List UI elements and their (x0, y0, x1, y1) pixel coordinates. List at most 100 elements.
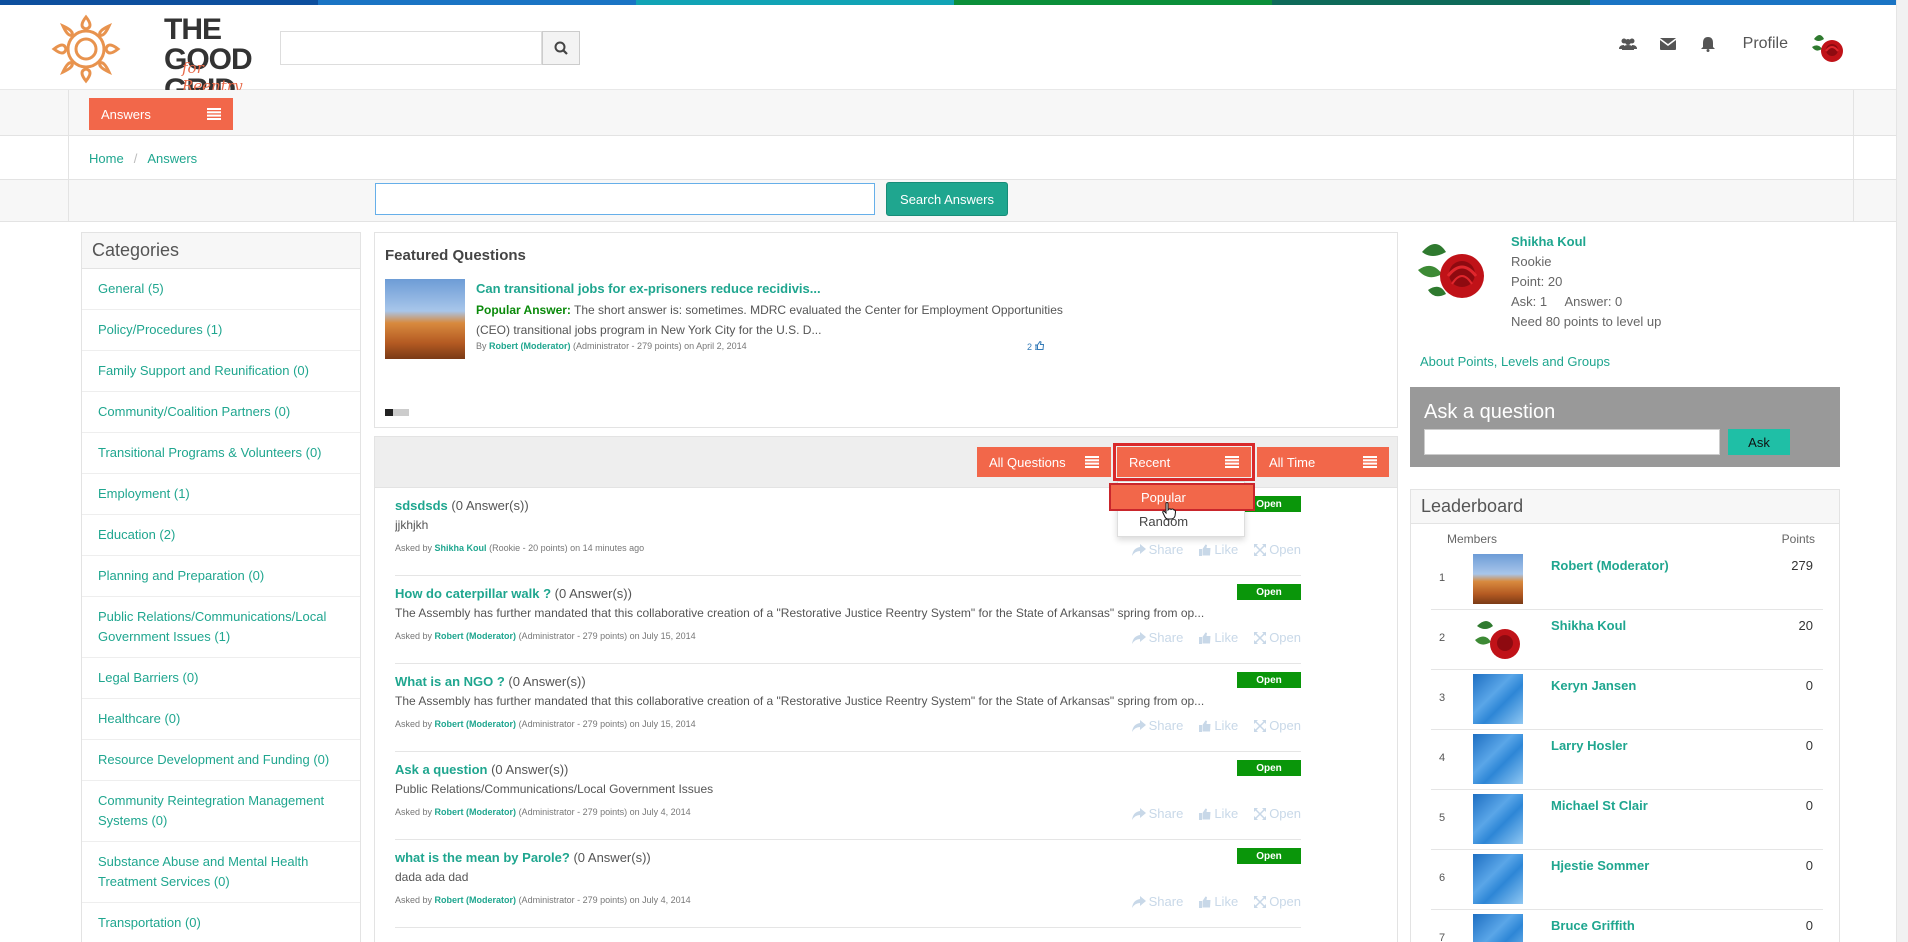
member-avatar[interactable] (1473, 914, 1523, 942)
member-name-link[interactable]: Bruce Griffith (1551, 918, 1635, 933)
category-item[interactable]: Public Relations/Communications/Local Go… (82, 597, 360, 658)
like-label: Like (1214, 894, 1239, 909)
recent-label: Recent (1129, 454, 1171, 470)
member-name-link[interactable]: Keryn Jansen (1551, 678, 1636, 693)
like-button[interactable]: Like (1199, 630, 1238, 645)
member-name-link[interactable]: Michael St Clair (1551, 798, 1648, 813)
answers-search-bar: Search Answers (0, 180, 1908, 222)
open-button[interactable]: Open (1254, 894, 1301, 909)
about-points-link[interactable]: About Points, Levels and Groups (1420, 354, 1610, 369)
category-item[interactable]: Substance Abuse and Mental Health Treatm… (82, 842, 360, 903)
member-name-link[interactable]: Hjestie Sommer (1551, 858, 1649, 873)
ask-question-input[interactable] (1424, 429, 1720, 455)
question-author-link[interactable]: Shikha Koul (435, 543, 487, 553)
bell-icon[interactable] (1699, 35, 1717, 53)
category-item[interactable]: Transportation (0) (82, 903, 360, 942)
category-item[interactable]: Transitional Programs & Volunteers (0) (82, 433, 360, 474)
featured-like-count[interactable]: 2 (1027, 340, 1044, 352)
site-logo[interactable]: THE GOOD GRID for Reentry (48, 11, 268, 105)
category-item[interactable]: Policy/Procedures (1) (82, 310, 360, 351)
users-icon[interactable] (1618, 35, 1637, 53)
like-button[interactable]: Like (1199, 806, 1238, 821)
header-search-button[interactable] (542, 31, 580, 65)
open-label: Open (1269, 542, 1301, 557)
carousel-dots[interactable] (385, 409, 409, 416)
list-icon (207, 108, 221, 120)
carousel-dot[interactable] (393, 409, 401, 416)
member-avatar[interactable] (1473, 614, 1523, 664)
category-item[interactable]: Education (2) (82, 515, 360, 556)
search-answers-button[interactable]: Search Answers (886, 182, 1008, 216)
page-scrollbar[interactable] (1896, 0, 1908, 942)
breadcrumb-answers[interactable]: Answers (147, 151, 197, 166)
question-title-line: What is an NGO ? (0 Answer(s)) (395, 674, 586, 689)
member-avatar[interactable] (1473, 854, 1523, 904)
question-list: sdsdsds (0 Answer(s)) jjkhjkh Asked by Shi… (374, 488, 1398, 942)
member-avatar[interactable] (1473, 554, 1523, 604)
share-button[interactable]: Share (1131, 630, 1183, 645)
profile-link[interactable]: Profile (1743, 35, 1788, 53)
all-time-filter[interactable]: All Time (1257, 447, 1389, 477)
like-button[interactable]: Like (1199, 894, 1238, 909)
question-title-link[interactable]: What is an NGO ? (395, 674, 505, 689)
user-avatar[interactable] (1808, 29, 1846, 67)
question-author-link[interactable]: Robert (Moderator) (435, 631, 517, 641)
question-title-link[interactable]: what is the mean by Parole? (395, 850, 570, 865)
question-title-link[interactable]: sdsdsds (395, 498, 448, 513)
category-item[interactable]: Employment (1) (82, 474, 360, 515)
share-button[interactable]: Share (1131, 806, 1183, 821)
share-button[interactable]: Share (1131, 542, 1184, 557)
share-button[interactable]: Share (1131, 718, 1183, 733)
featured-question-image[interactable] (385, 279, 465, 359)
breadcrumb-home[interactable]: Home (89, 151, 124, 166)
member-avatar[interactable] (1473, 674, 1523, 724)
user-name-link[interactable]: Shikha Koul (1511, 234, 1586, 249)
carousel-dot[interactable] (401, 409, 409, 416)
open-button[interactable]: Open (1254, 630, 1301, 645)
share-button[interactable]: Share (1131, 894, 1183, 909)
featured-question-link[interactable]: Can transitional jobs for ex-prisoners r… (476, 281, 821, 296)
member-avatar[interactable] (1473, 794, 1523, 844)
header-search-input[interactable] (280, 31, 542, 65)
question-actions: Share Like Open (1131, 894, 1301, 909)
member-name-link[interactable]: Shikha Koul (1551, 618, 1626, 633)
answers-search-input[interactable] (375, 183, 875, 215)
question-title-link[interactable]: Ask a question (395, 762, 487, 777)
share-label: Share (1148, 542, 1184, 557)
question-author-link[interactable]: Robert (Moderator) (435, 895, 517, 905)
open-button[interactable]: Open (1254, 806, 1301, 821)
open-button[interactable]: Open (1254, 542, 1301, 557)
category-item[interactable]: Healthcare (0) (82, 699, 360, 740)
recent-filter[interactable]: Recent (1113, 443, 1255, 481)
question-author-link[interactable]: Robert (Moderator) (435, 807, 517, 817)
category-item[interactable]: Family Support and Reunification (0) (82, 351, 360, 392)
category-item[interactable]: Community Reintegration Management Syste… (82, 781, 360, 842)
leaderboard-row: 6 Hjestie Sommer 0 (1431, 850, 1823, 910)
carousel-dot-active[interactable] (385, 409, 393, 416)
open-button[interactable]: Open (1254, 718, 1301, 733)
question-actions: Share Like Open (1131, 806, 1301, 821)
member-avatar[interactable] (1473, 734, 1523, 784)
category-item[interactable]: Community/Coalition Partners (0) (82, 392, 360, 433)
answer-count: (0 Answer(s)) (451, 498, 529, 513)
member-name-link[interactable]: Larry Hosler (1551, 738, 1628, 753)
like-button[interactable]: Like (1199, 718, 1238, 733)
category-item[interactable]: Resource Development and Funding (0) (82, 740, 360, 781)
category-item[interactable]: General (5) (82, 269, 360, 310)
all-questions-filter[interactable]: All Questions (977, 447, 1111, 477)
question-title-line: what is the mean by Parole? (0 Answer(s)… (395, 850, 651, 865)
featured-author-link[interactable]: Robert (Moderator) (489, 341, 571, 351)
envelope-icon[interactable] (1659, 35, 1677, 53)
answer-count: (0 Answer(s)) (573, 850, 651, 865)
dropdown-option-popular[interactable]: Popular (1109, 483, 1255, 511)
member-name-link[interactable]: Robert (Moderator) (1551, 558, 1669, 573)
question-author-link[interactable]: Robert (Moderator) (435, 719, 517, 729)
answers-menu-button[interactable]: Answers (89, 98, 233, 130)
category-item[interactable]: Planning and Preparation (0) (82, 556, 360, 597)
category-item[interactable]: Legal Barriers (0) (82, 658, 360, 699)
question-title-link[interactable]: How do caterpillar walk ? (395, 586, 551, 601)
ask-button[interactable]: Ask (1728, 429, 1790, 455)
like-button[interactable]: Like (1199, 542, 1238, 557)
question-author-meta: (Rookie - 20 points) on 14 minutes ago (489, 543, 645, 553)
user-photo[interactable] (1414, 232, 1490, 308)
